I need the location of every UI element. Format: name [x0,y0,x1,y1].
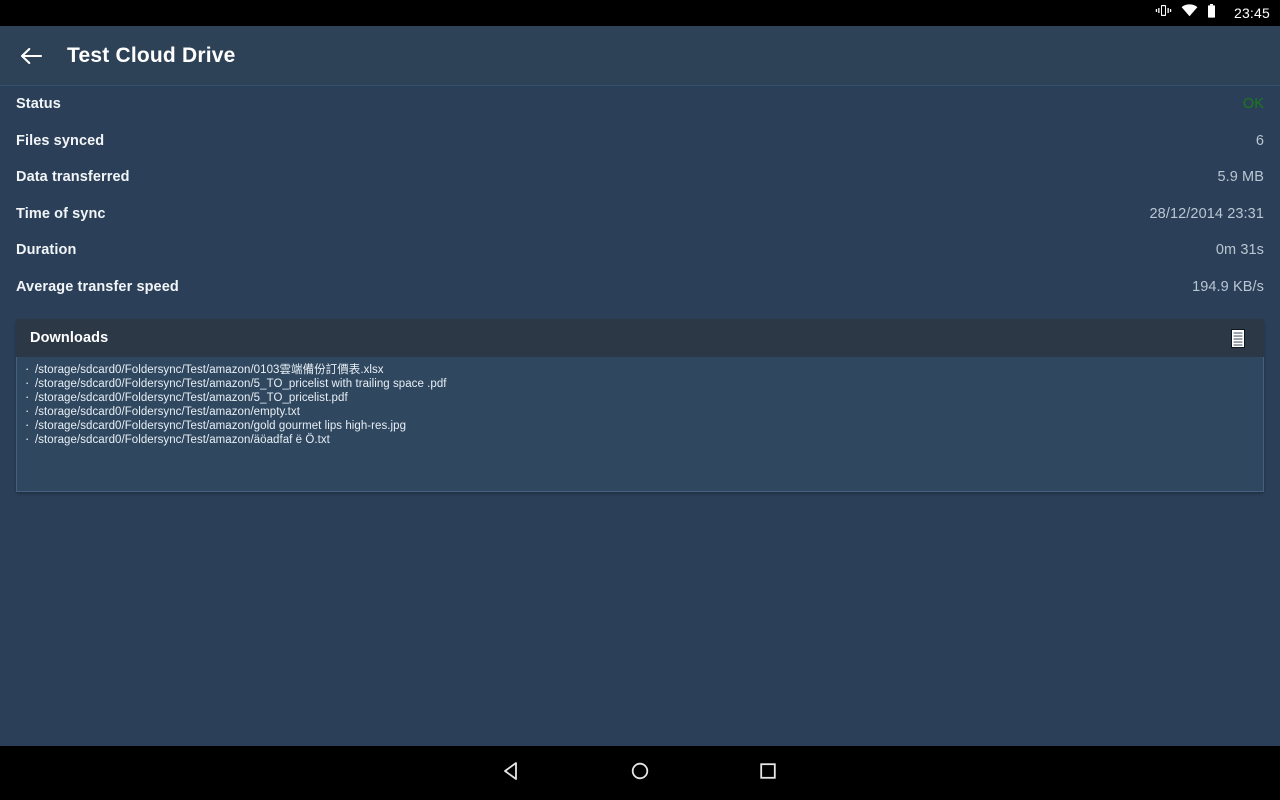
stat-value-average-transfer-speed: 194.9 KB/s [1192,278,1264,295]
stat-label-status: Status [16,96,61,113]
back-arrow-icon[interactable] [16,41,46,71]
list-item: /storage/sdcard0/Foldersync/Test/amazon/… [25,376,1263,391]
stat-label-time-of-sync: Time of sync [16,205,106,222]
downloads-title: Downloads [30,330,109,346]
sync-stats-list: Status OK Files synced 6 Data transferre… [0,86,1280,305]
android-status-bar: 23:45 [0,0,1280,26]
stat-value-status: OK [1242,96,1264,113]
stat-value-time-of-sync: 28/12/2014 23:31 [1149,205,1264,222]
stat-label-data-transferred: Data transferred [16,169,130,186]
document-list-icon[interactable] [1226,325,1250,351]
stat-row-average-transfer-speed: Average transfer speed 194.9 KB/s [16,269,1264,306]
back-nav-button[interactable] [448,746,576,800]
status-bar-clock: 23:45 [1233,5,1270,21]
list-item: /storage/sdcard0/Foldersync/Test/amazon/… [25,404,1263,419]
android-navigation-bar [0,746,1280,800]
triangle-left-icon [501,760,523,787]
stat-row-status: Status OK [16,86,1264,123]
status-bar-icons: 23:45 [1155,3,1270,23]
square-icon [757,760,779,787]
list-item: /storage/sdcard0/Foldersync/Test/amazon/… [25,418,1263,433]
vibrate-icon [1155,4,1172,22]
stat-row-data-transferred: Data transferred 5.9 MB [16,159,1264,196]
recents-nav-button[interactable] [704,746,832,800]
downloads-card-header: Downloads [16,319,1264,357]
downloads-card: Downloads /storage/sdcard0/Foldersync/Te… [16,319,1264,492]
stat-value-duration: 0m 31s [1215,242,1264,259]
list-item: /storage/sdcard0/Foldersync/Test/amazon/… [25,432,1263,447]
stat-label-files-synced: Files synced [16,132,105,149]
stat-label-duration: Duration [16,242,77,259]
stat-value-data-transferred: 5.9 MB [1217,169,1264,186]
app-toolbar: Test Cloud Drive [0,26,1280,86]
card-empty-space [17,447,1263,483]
list-item: /storage/sdcard0/Foldersync/Test/amazon/… [25,390,1263,405]
battery-icon [1207,3,1216,23]
list-item: /storage/sdcard0/Foldersync/Test/amazon/… [25,362,1263,377]
downloaded-files-list: /storage/sdcard0/Foldersync/Test/amazon/… [17,362,1263,447]
android-screen: 23:45 Test Cloud Drive Status OK Files s… [0,0,1280,800]
stat-label-average-transfer-speed: Average transfer speed [16,278,179,295]
downloads-card-body: /storage/sdcard0/Foldersync/Test/amazon/… [16,357,1264,492]
stat-row-files-synced: Files synced 6 [16,123,1264,160]
stat-row-duration: Duration 0m 31s [16,232,1264,269]
stat-row-time-of-sync: Time of sync 28/12/2014 23:31 [16,196,1264,233]
wifi-icon [1181,4,1198,22]
home-nav-button[interactable] [576,746,704,800]
circle-icon [629,760,651,787]
stat-value-files-synced: 6 [1255,132,1264,149]
page-title: Test Cloud Drive [67,43,236,67]
sync-details-content: Status OK Files synced 6 Data transferre… [0,86,1280,746]
